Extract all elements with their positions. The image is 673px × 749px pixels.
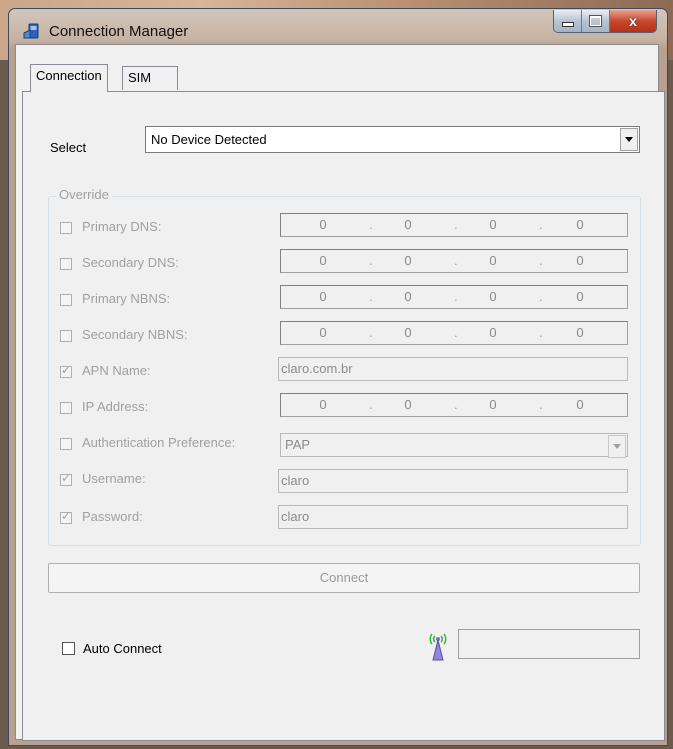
primary-nbns-label: Primary NBNS: <box>82 291 171 306</box>
primary-dns-checkbox[interactable] <box>60 222 72 234</box>
minimize-icon <box>561 21 574 27</box>
primary-dns-field[interactable]: 0 . 0 . 0 . 0 <box>280 213 628 237</box>
primary-nbns-checkbox[interactable] <box>60 294 72 306</box>
auto-connect-label: Auto Connect <box>83 641 162 656</box>
connect-button[interactable]: Connect <box>48 563 640 593</box>
maximize-icon <box>589 15 602 27</box>
auth-preference-label: Authentication Preference: <box>82 435 236 450</box>
password-field[interactable]: claro <box>278 505 628 529</box>
ip-dot: . <box>454 253 458 268</box>
ip-octet[interactable]: 0 <box>303 289 343 304</box>
username-checkbox[interactable] <box>60 471 72 486</box>
secondary-dns-label: Secondary DNS: <box>82 255 179 270</box>
primary-dns-label: Primary DNS: <box>82 219 162 234</box>
ip-octet[interactable]: 0 <box>473 325 513 340</box>
secondary-nbns-field[interactable]: 0 . 0 . 0 . 0 <box>280 321 628 345</box>
ip-octet[interactable]: 0 <box>560 217 600 232</box>
username-label: Username: <box>82 471 146 486</box>
select-label: Select <box>50 140 87 155</box>
auth-preference-select[interactable]: PAP <box>280 433 628 458</box>
ip-octet[interactable]: 0 <box>388 289 428 304</box>
window-title: Connection Manager <box>49 23 189 40</box>
maximize-button[interactable] <box>582 10 610 32</box>
ip-dot: . <box>539 253 543 268</box>
ip-address-checkbox[interactable] <box>60 402 72 414</box>
tab-connection-label: Connection <box>36 68 102 83</box>
signal-status-box <box>458 629 640 659</box>
close-button[interactable]: x <box>610 10 656 32</box>
secondary-dns-checkbox[interactable] <box>60 258 72 270</box>
ip-octet[interactable]: 0 <box>388 217 428 232</box>
ip-octet[interactable]: 0 <box>303 217 343 232</box>
ip-dot: . <box>369 217 373 232</box>
ip-address-field[interactable]: 0 . 0 . 0 . 0 <box>280 393 628 417</box>
auth-preference-arrow[interactable] <box>608 435 626 458</box>
ip-dot: . <box>454 325 458 340</box>
title-bar[interactable]: Connection Manager x <box>9 9 667 45</box>
device-select[interactable]: No Device Detected <box>145 126 640 153</box>
ip-dot: . <box>454 289 458 304</box>
connection-manager-icon <box>23 23 39 39</box>
device-select-value: No Device Detected <box>151 132 267 147</box>
ip-address-label: IP Address: <box>82 399 149 414</box>
username-field[interactable]: claro <box>278 469 628 493</box>
password-checkbox[interactable] <box>60 509 72 524</box>
ip-octet[interactable]: 0 <box>473 217 513 232</box>
chevron-down-icon <box>625 137 633 142</box>
ip-dot: . <box>369 325 373 340</box>
ip-octet[interactable]: 0 <box>473 253 513 268</box>
primary-nbns-field[interactable]: 0 . 0 . 0 . 0 <box>280 285 628 309</box>
secondary-dns-field[interactable]: 0 . 0 . 0 . 0 <box>280 249 628 273</box>
close-icon: x <box>629 13 637 29</box>
tab-sim-label: SIM <box>128 70 152 85</box>
ip-octet[interactable]: 0 <box>560 397 600 412</box>
password-label: Password: <box>82 509 143 524</box>
caption-buttons: x <box>553 10 657 33</box>
ip-octet[interactable]: 0 <box>388 325 428 340</box>
minimize-button[interactable] <box>554 10 582 32</box>
ip-dot: . <box>369 397 373 412</box>
device-select-arrow[interactable] <box>620 128 638 151</box>
ip-dot: . <box>369 253 373 268</box>
auth-preference-value: PAP <box>285 437 311 452</box>
auto-connect-checkbox[interactable] <box>62 642 75 655</box>
ip-dot: . <box>454 397 458 412</box>
ip-octet[interactable]: 0 <box>473 289 513 304</box>
apn-name-checkbox[interactable] <box>60 363 72 378</box>
ip-dot: . <box>539 397 543 412</box>
ip-dot: . <box>539 325 543 340</box>
ip-octet[interactable]: 0 <box>560 253 600 268</box>
ip-dot: . <box>369 289 373 304</box>
ip-dot: . <box>539 217 543 232</box>
ip-octet[interactable]: 0 <box>388 253 428 268</box>
secondary-nbns-label: Secondary NBNS: <box>82 327 188 342</box>
apn-name-label: APN Name: <box>82 363 151 378</box>
chevron-down-icon <box>613 444 621 449</box>
ip-octet[interactable]: 0 <box>388 397 428 412</box>
antenna-signal-icon <box>429 633 447 661</box>
ip-dot: . <box>454 217 458 232</box>
apn-name-field[interactable]: claro.com.br <box>278 357 628 381</box>
ip-dot: . <box>539 289 543 304</box>
override-legend: Override <box>56 187 112 202</box>
secondary-nbns-checkbox[interactable] <box>60 330 72 342</box>
ip-octet[interactable]: 0 <box>303 325 343 340</box>
ip-octet[interactable]: 0 <box>560 289 600 304</box>
ip-octet[interactable]: 0 <box>560 325 600 340</box>
auth-preference-checkbox[interactable] <box>60 438 72 450</box>
ip-octet[interactable]: 0 <box>303 253 343 268</box>
tab-connection[interactable]: Connection <box>30 64 108 92</box>
ip-octet[interactable]: 0 <box>303 397 343 412</box>
ip-octet[interactable]: 0 <box>473 397 513 412</box>
tab-sim[interactable]: SIM <box>122 66 178 90</box>
